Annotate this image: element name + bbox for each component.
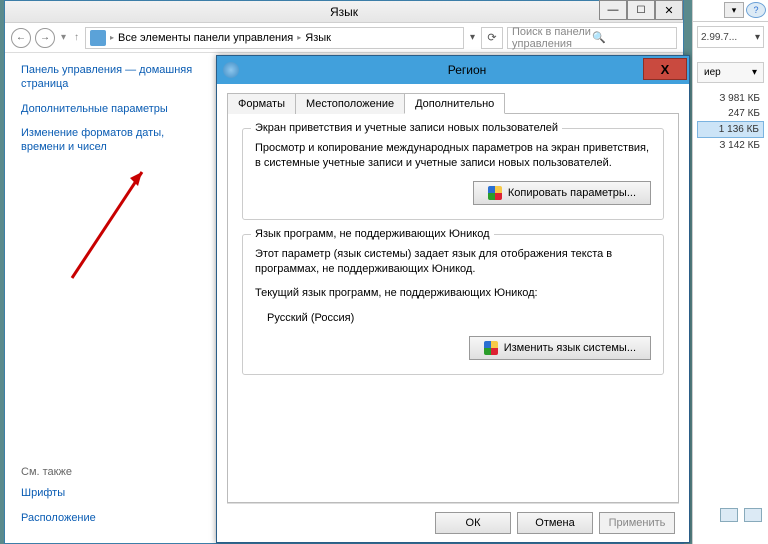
region-icon xyxy=(223,62,239,78)
language-window-title: Язык xyxy=(330,5,358,19)
list-item[interactable]: 247 КБ xyxy=(697,106,764,121)
background-explorer-window: ▾ ? 2.99.7...▾ иер▾ З 981 КБ 247 КБ 1 13… xyxy=(692,0,768,544)
search-icon: 🔍 xyxy=(592,31,672,44)
back-button[interactable]: ← xyxy=(11,28,31,48)
maximize-button[interactable]: ☐ xyxy=(627,0,655,20)
file-list: З 981 КБ 247 КБ 1 136 КБ З 142 КБ xyxy=(697,91,764,153)
control-panel-icon xyxy=(90,30,106,46)
dropdown-chevron-icon[interactable]: ▾ xyxy=(724,2,744,18)
region-titlebar: Регион X xyxy=(217,56,689,84)
breadcrumb-root[interactable]: Все элементы панели управления xyxy=(118,32,293,44)
group-text: Просмотр и копирование международных пар… xyxy=(255,141,651,171)
apply-button[interactable]: Применить xyxy=(599,512,675,534)
link-date-time-formats[interactable]: Изменение форматов даты, времени и чисел xyxy=(21,126,193,155)
nav-bar: ← → ▾ ↑ ▸ Все элементы панели управления… xyxy=(5,23,683,53)
group-legend: Экран приветствия и учетные записи новых… xyxy=(251,122,562,134)
current-language-value: Русский (Россия) xyxy=(255,311,651,326)
address-bar[interactable]: 2.99.7...▾ xyxy=(697,26,764,48)
breadcrumb-current[interactable]: Язык xyxy=(305,32,331,44)
region-dialog: Регион X Форматы Местоположение Дополнит… xyxy=(216,55,690,543)
link-additional-params[interactable]: Дополнительные параметры xyxy=(21,102,193,116)
current-language-label: Текущий язык программ, не поддерживающих… xyxy=(255,286,651,301)
region-title: Регион xyxy=(245,63,689,77)
see-also-header: См. также xyxy=(21,466,193,478)
group-non-unicode: Язык программ, не поддерживающих Юникод … xyxy=(242,234,664,375)
group-text: Этот параметр (язык системы) задает язык… xyxy=(255,247,651,277)
close-button[interactable]: X xyxy=(643,58,687,80)
language-titlebar: Язык — ☐ ✕ xyxy=(5,1,683,23)
address-chevron-icon: ▾ xyxy=(755,32,760,43)
dialog-button-row: ОК Отмена Применить xyxy=(227,503,679,542)
help-icon[interactable]: ? xyxy=(746,2,766,18)
tab-location[interactable]: Местоположение xyxy=(295,93,405,114)
cancel-button[interactable]: Отмена xyxy=(517,512,593,534)
list-item[interactable]: З 142 КБ xyxy=(697,138,764,153)
ok-button[interactable]: ОК xyxy=(435,512,511,534)
list-item[interactable]: 1 136 КБ xyxy=(697,121,764,138)
close-button[interactable]: ✕ xyxy=(655,0,683,20)
breadcrumb-chevron-icon[interactable]: ▾ xyxy=(468,32,477,43)
tab-row: Форматы Местоположение Дополнительно xyxy=(227,92,679,114)
forward-button[interactable]: → xyxy=(35,28,55,48)
group-welcome-screen: Экран приветствия и учетные записи новых… xyxy=(242,128,664,220)
tab-advanced[interactable]: Дополнительно xyxy=(404,93,505,114)
copy-settings-button[interactable]: Копировать параметры... xyxy=(473,181,651,205)
shield-icon xyxy=(484,341,498,355)
change-system-locale-button[interactable]: Изменить язык системы... xyxy=(469,336,651,360)
breadcrumb[interactable]: ▸ Все элементы панели управления ▸ Язык xyxy=(85,27,464,49)
view-details-icon[interactable] xyxy=(720,508,738,522)
toolbar-dropdown[interactable]: иер▾ xyxy=(697,62,764,83)
refresh-button[interactable]: ⟳ xyxy=(481,27,503,49)
sidebar: Панель управления — домашняя страница До… xyxy=(5,53,203,543)
view-thumbnails-icon[interactable] xyxy=(744,508,762,522)
tab-content-advanced: Экран приветствия и учетные записи новых… xyxy=(227,114,679,503)
link-location[interactable]: Расположение xyxy=(21,511,193,525)
history-chevron-icon[interactable]: ▾ xyxy=(59,32,68,43)
link-fonts[interactable]: Шрифты xyxy=(21,486,193,500)
group-legend: Язык программ, не поддерживающих Юникод xyxy=(251,228,494,240)
search-input[interactable]: Поиск в панели управления 🔍 xyxy=(507,27,677,49)
list-item[interactable]: З 981 КБ xyxy=(697,91,764,106)
link-control-panel-home[interactable]: Панель управления — домашняя страница xyxy=(21,63,193,92)
minimize-button[interactable]: — xyxy=(599,0,627,20)
up-button[interactable]: ↑ xyxy=(72,32,81,43)
tab-formats[interactable]: Форматы xyxy=(227,93,296,114)
shield-icon xyxy=(488,186,502,200)
